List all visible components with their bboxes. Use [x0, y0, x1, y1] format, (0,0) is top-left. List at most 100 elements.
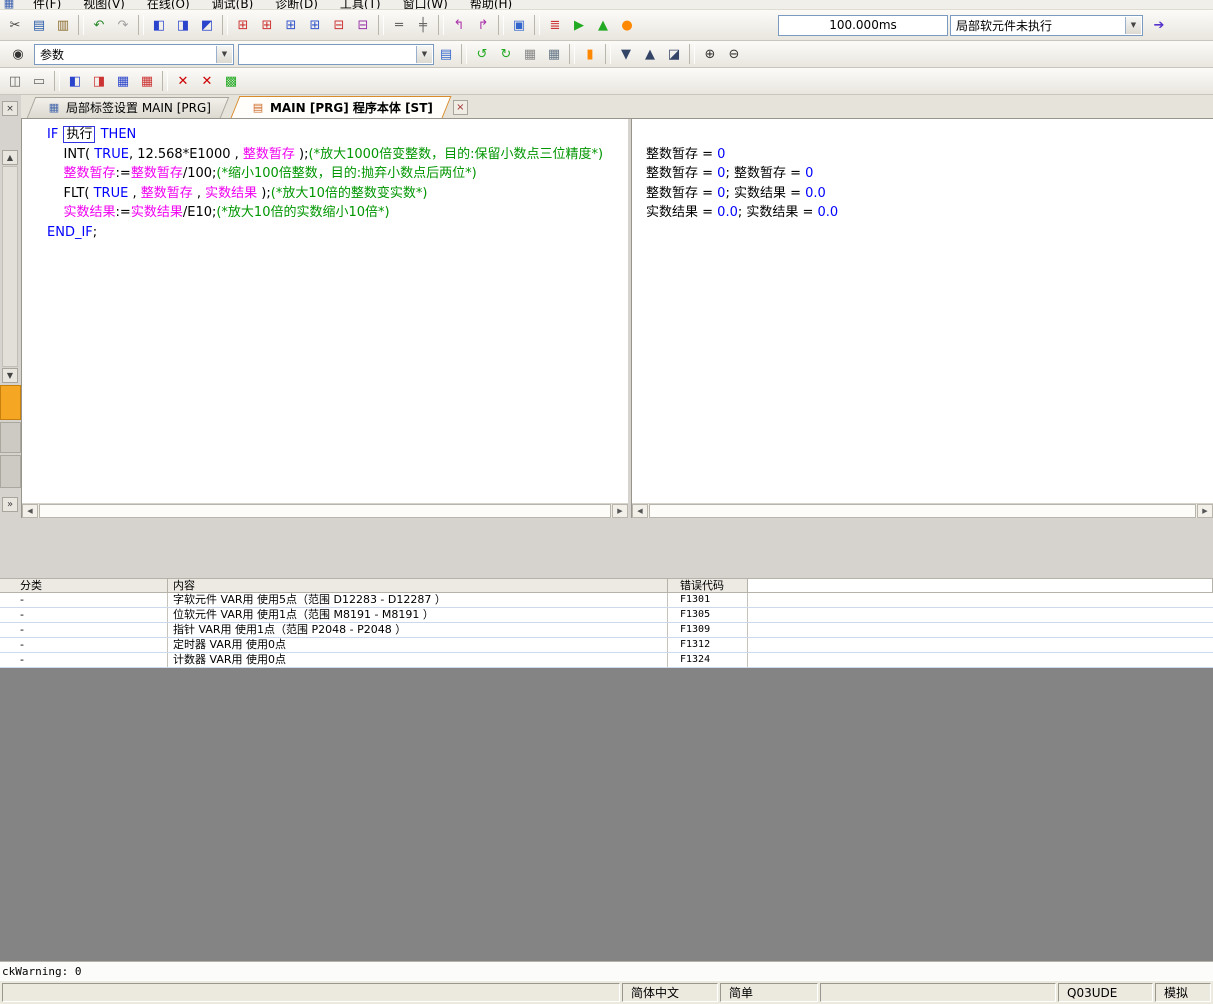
code-segment: 整数暂存 — [131, 166, 183, 181]
ladder-close-contact-icon[interactable]: ⊞ — [256, 15, 278, 35]
build-icon[interactable]: ▦ — [543, 44, 565, 64]
code-segment: , — [128, 186, 140, 201]
st-code-editor[interactable]: IF 执行 THEN INT( TRUE, 12.568*E1000 , 整数暂… — [22, 119, 628, 503]
tab-main-program-st[interactable]: ▤ MAIN [PRG] 程序本体 [ST] — [235, 96, 447, 118]
output-table-row[interactable]: -计数器 VAR用 使用0点F1324 — [0, 653, 1213, 668]
header-content: 内容 — [168, 578, 668, 592]
menu-item-4[interactable]: 诊断(D) — [264, 0, 329, 10]
buffer-clear-icon[interactable]: ▩ — [220, 71, 242, 91]
secondary-combo[interactable]: ▼ — [238, 44, 434, 65]
copy-icon[interactable]: ▤ — [28, 15, 50, 35]
ladder-vertical-line-icon[interactable]: ⊟ — [328, 15, 350, 35]
device-register-icon[interactable]: ◧ — [64, 71, 86, 91]
jump-destination-icon[interactable]: ↱ — [472, 15, 494, 35]
output-table-row[interactable]: -位软元件 VAR用 使用1点（范围 M8191 - M8191 ）F1305 — [0, 608, 1213, 623]
dock-scroll-up-button[interactable]: ▲ — [2, 150, 18, 165]
dock-item[interactable] — [0, 422, 21, 453]
header-filler — [748, 578, 1213, 592]
code-segment: THEN — [101, 127, 137, 142]
ladder-open-contact-icon[interactable]: ⊞ — [232, 15, 254, 35]
menu-item-1[interactable]: 视图(V) — [72, 0, 136, 10]
scroll-right-button[interactable]: ▶ — [612, 504, 628, 518]
program-check-icon[interactable]: ▦ — [519, 44, 541, 64]
scroll-left-button[interactable]: ◀ — [632, 504, 648, 518]
dock-scroll-track[interactable] — [2, 166, 18, 367]
chevron-down-icon[interactable]: ▼ — [216, 46, 232, 63]
menu-item-7[interactable]: 帮助(H) — [459, 0, 523, 10]
redo-icon[interactable]: ↷ — [112, 15, 134, 35]
transfer-setup-icon[interactable]: ➔ — [1148, 15, 1170, 35]
menu-item-6[interactable]: 窗口(W) — [392, 0, 459, 10]
device-delete-icon[interactable]: ◨ — [88, 71, 110, 91]
watch-start-icon[interactable]: ▼ — [615, 44, 637, 64]
ladder-application-icon[interactable]: ⊞ — [304, 15, 326, 35]
monitor-screen-icon[interactable]: ▣ — [508, 15, 530, 35]
highlight-marker-icon[interactable]: ▮ — [579, 44, 601, 64]
scroll-thumb[interactable] — [649, 504, 1196, 518]
code-segment: := — [116, 205, 131, 220]
close-tab-button[interactable]: × — [453, 100, 468, 115]
dock-selected-item[interactable] — [0, 385, 21, 420]
zoom-in-icon[interactable]: ⊕ — [699, 44, 721, 64]
window-new-icon[interactable]: ▭ — [28, 71, 50, 91]
watch-stop-icon[interactable]: ▲ — [639, 44, 661, 64]
dock-scroll-down-button[interactable]: ▼ — [2, 368, 18, 383]
watch-register-icon[interactable]: ▦ — [112, 71, 134, 91]
undo-icon[interactable]: ↶ — [88, 15, 110, 35]
simulation-list-icon[interactable]: ≣ — [544, 15, 566, 35]
menu-item-5[interactable]: 工具(T) — [329, 0, 392, 10]
device-display-icon[interactable]: ◧ — [148, 15, 170, 35]
dock-close-button[interactable]: × — [2, 101, 18, 116]
simulation-start-icon[interactable]: ▶ — [568, 15, 590, 35]
chevron-down-icon[interactable]: ▼ — [1125, 17, 1141, 34]
simulation-mode-icon[interactable]: ▲ — [592, 15, 614, 35]
ladder-horizontal-line-icon[interactable]: ⊟ — [352, 15, 374, 35]
horizontal-scrollbar: ◀ ▶ — [632, 503, 1213, 518]
watch-delete-icon[interactable]: ▦ — [136, 71, 158, 91]
row-filler — [748, 608, 1213, 622]
chevron-down-icon[interactable]: ▼ — [416, 46, 432, 63]
horizontal-scrollbar: ◀ ▶ — [22, 503, 628, 518]
find-icon[interactable]: ◉ — [7, 44, 29, 64]
device-execution-combo[interactable]: 局部软元件未执行 ▼ — [950, 15, 1143, 36]
simulation-info-icon[interactable]: ● — [616, 15, 638, 35]
toolbar-grip — [378, 15, 384, 35]
row-filler — [748, 623, 1213, 637]
code-segment: 整数暂存 — [64, 166, 116, 181]
forced-off-icon[interactable]: ✕ — [196, 71, 218, 91]
code-segment: , — [193, 186, 205, 201]
output-table-row[interactable]: -定时器 VAR用 使用0点F1312 — [0, 638, 1213, 653]
line-insert-icon[interactable]: ═ — [388, 15, 410, 35]
device-monitor-icon[interactable]: ◩ — [196, 15, 218, 35]
menu-item-0[interactable]: 件(F) — [22, 0, 72, 10]
scroll-right-button[interactable]: ▶ — [1197, 504, 1213, 518]
code-line: 实数结果:=实数结果/E10;(*放大10倍的实数缩小10倍*) — [47, 203, 628, 223]
window-split-icon[interactable]: ◫ — [4, 71, 26, 91]
scroll-thumb[interactable] — [39, 504, 611, 518]
device-comment-icon[interactable]: ◨ — [172, 15, 194, 35]
convert-icon[interactable]: ↺ — [471, 44, 493, 64]
tab-local-label-settings[interactable]: ▦ 局部标签设置 MAIN [PRG] — [31, 97, 225, 118]
dock-item[interactable] — [0, 455, 21, 488]
menu-item-2[interactable]: 在线(O) — [136, 0, 201, 10]
monitor-value-view[interactable]: 整数暂存 = 0整数暂存 = 0; 整数暂存 = 0整数暂存 = 0; 实数结果… — [632, 119, 1213, 503]
window-select-combo[interactable]: 参数 ▼ — [34, 44, 234, 65]
output-table-row[interactable]: -字软元件 VAR用 使用5点（范围 D12283 - D12287 ）F130… — [0, 593, 1213, 608]
scroll-left-button[interactable]: ◀ — [22, 504, 38, 518]
zoom-out-icon[interactable]: ⊖ — [723, 44, 745, 64]
paste-icon[interactable]: ▥ — [52, 15, 74, 35]
ladder-coil-icon[interactable]: ⊞ — [280, 15, 302, 35]
line-delete-icon[interactable]: ╪ — [412, 15, 434, 35]
convert-all-icon[interactable]: ↻ — [495, 44, 517, 64]
document-zoom-icon[interactable]: ▤ — [435, 44, 457, 64]
output-table-row[interactable]: -指针 VAR用 使用1点（范围 P2048 - P2048 ）F1309 — [0, 623, 1213, 638]
forced-on-icon[interactable]: ✕ — [172, 71, 194, 91]
code-segment: 整数暂存 — [141, 186, 193, 201]
menu-item-3[interactable]: 调试(B) — [201, 0, 265, 10]
toolbar-main-icons: ✂▤▥↶↷◧◨◩⊞⊞⊞⊞⊟⊟═╪↰↱▣≣▶▲● — [3, 15, 639, 35]
dock-overflow-button[interactable]: » — [2, 497, 18, 512]
scan-time-field[interactable] — [778, 15, 948, 36]
jump-source-icon[interactable]: ↰ — [448, 15, 470, 35]
cut-icon[interactable]: ✂ — [4, 15, 26, 35]
device-test-icon[interactable]: ◪ — [663, 44, 685, 64]
